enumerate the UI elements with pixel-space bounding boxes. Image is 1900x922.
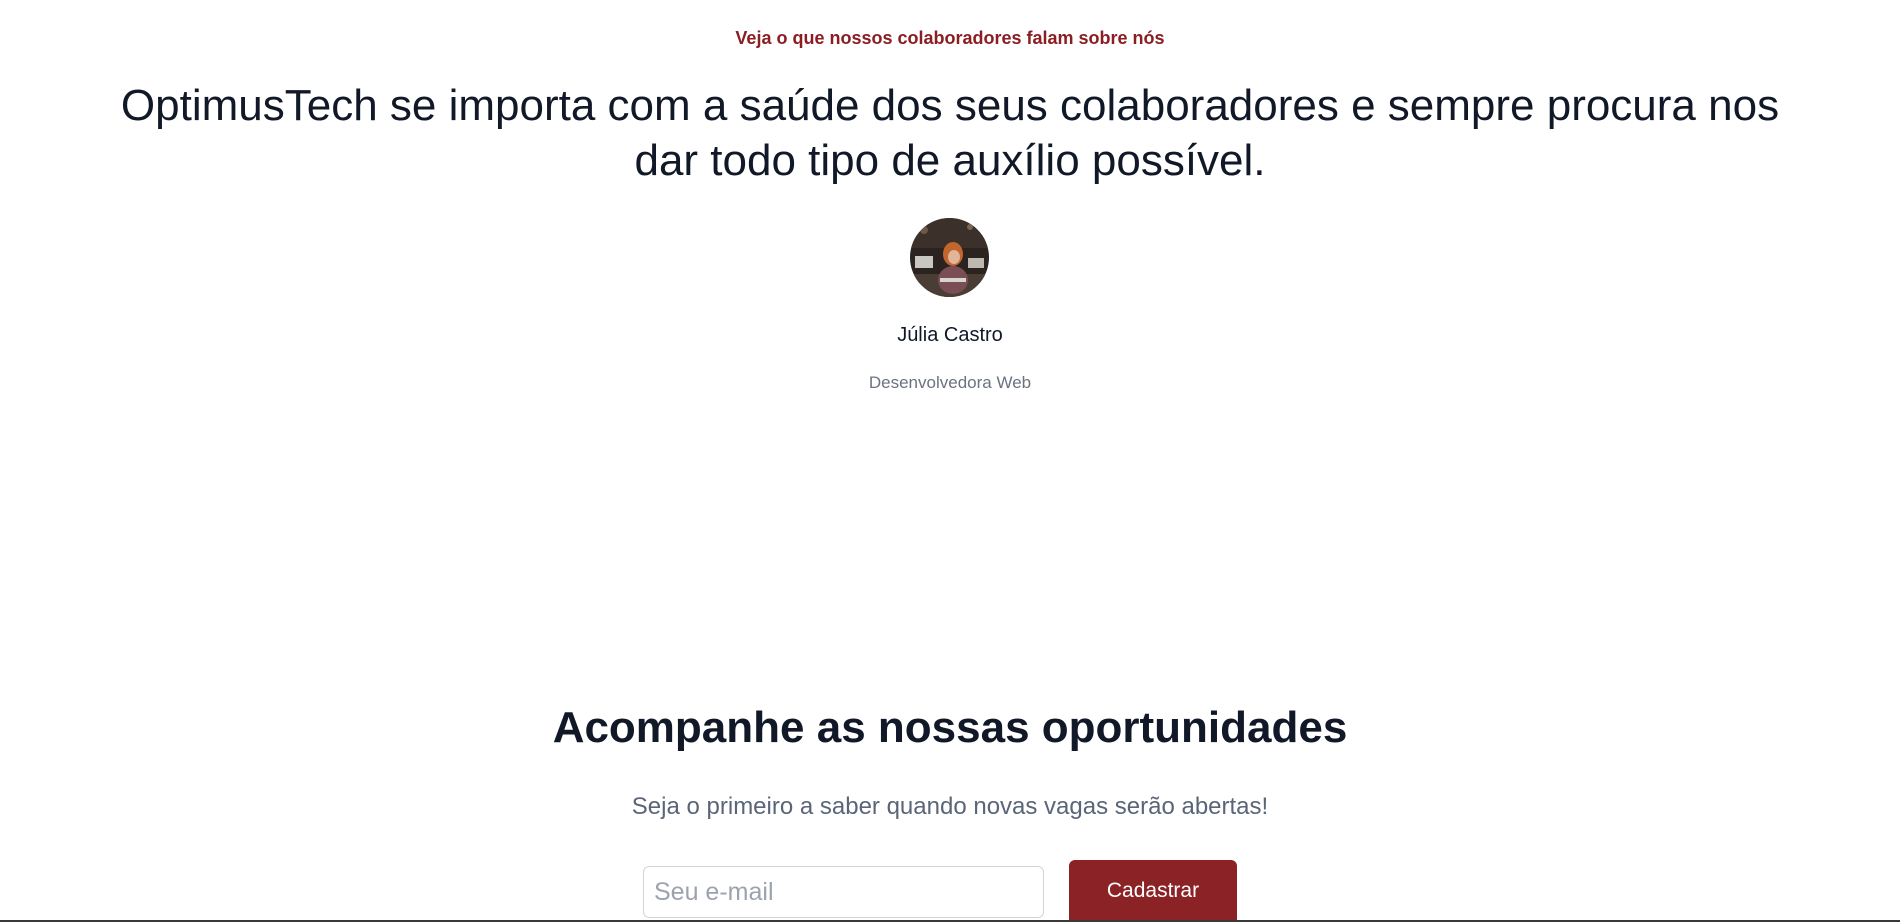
avatar	[910, 218, 989, 297]
newsletter-title: Acompanhe as nossas oportunidades	[552, 703, 1348, 752]
testimonial-quote: OptimusTech se importa com a saúde dos s…	[120, 81, 1780, 185]
page: Veja o que nossos colaboradores falam so…	[0, 0, 1900, 922]
email-input[interactable]	[643, 866, 1044, 918]
newsletter-subtitle: Seja o primeiro a saber quando novas vag…	[631, 793, 1269, 820]
person-name: Júlia Castro	[897, 324, 1003, 346]
subscribe-button[interactable]: Cadastrar	[1069, 860, 1237, 922]
testimonial-eyebrow: Veja o que nossos colaboradores falam so…	[735, 28, 1165, 48]
person-role: Desenvolvedora Web	[868, 373, 1032, 392]
avatar-photo	[910, 218, 989, 297]
